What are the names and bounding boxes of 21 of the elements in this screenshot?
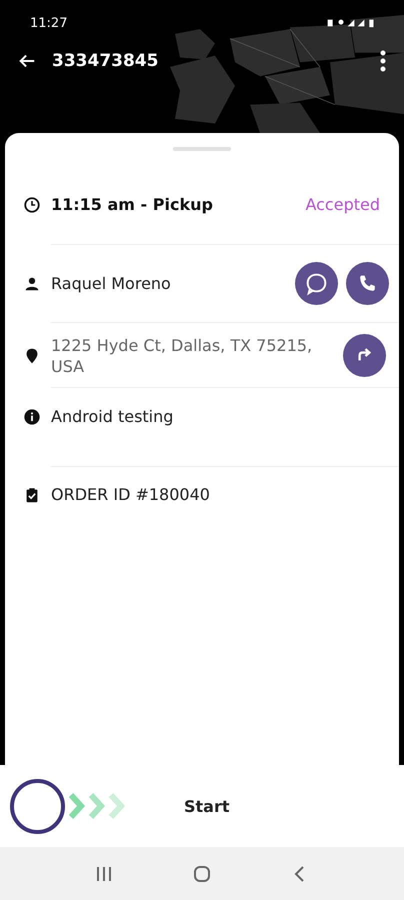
swipe-knob[interactable] (10, 778, 65, 834)
home-icon[interactable] (192, 864, 212, 884)
status-icons (326, 17, 376, 29)
phone-icon[interactable] (346, 262, 389, 305)
back-icon[interactable] (18, 52, 36, 70)
pickup-time: 11:15 am - Pickup (51, 195, 214, 214)
clock-icon (23, 196, 41, 214)
address-text: 1225 Hyde Ct, Dallas, TX 75215, USA (51, 334, 314, 376)
order-id: ORDER ID #180040 (51, 485, 211, 504)
status-label: Accepted (305, 195, 380, 214)
info-icon (23, 408, 41, 426)
swipe-label: Start (184, 796, 230, 816)
swipe-button[interactable]: Start (0, 765, 404, 847)
status-time: 11:27 (30, 16, 68, 30)
order-number-title: 333473845 (52, 51, 160, 71)
directions-icon[interactable] (343, 334, 386, 377)
customer-name: Raquel Moreno (51, 274, 172, 293)
note-text: Android testing (51, 407, 174, 426)
more-icon[interactable] (380, 50, 386, 72)
chat-icon[interactable] (295, 262, 338, 305)
person-icon (23, 275, 41, 293)
